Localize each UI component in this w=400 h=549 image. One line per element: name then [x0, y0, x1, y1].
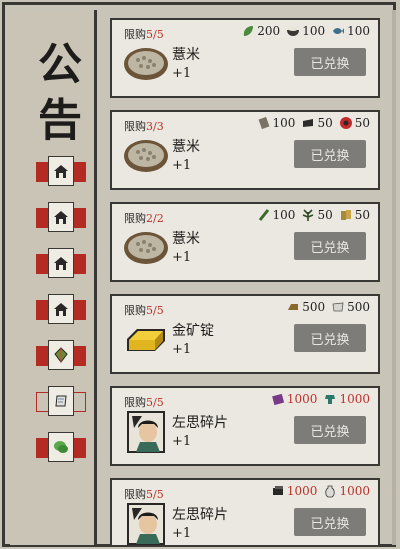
sidebar-tab-scroll-selected[interactable] — [36, 386, 86, 416]
redeemed-button[interactable]: 已兑换 — [294, 508, 366, 536]
wood-icon — [340, 210, 351, 220]
bowl-icon — [287, 27, 300, 36]
item-quantity: +1 — [172, 66, 192, 81]
item-name: 左思碎片 — [172, 415, 228, 431]
cost-item: 500 — [286, 300, 325, 314]
cost-item: 1000 — [323, 484, 370, 498]
offer-card: 限购5/5 1000 1000 左思碎片 +1 已兑换 — [110, 478, 380, 545]
title-char-2: 告 — [38, 95, 82, 146]
scroll-icon — [48, 386, 74, 416]
vase-icon — [325, 485, 336, 498]
offer-card: 限购5/5 1000 1000 左思碎片 +1 已兑换 — [110, 386, 380, 466]
offer-card: 限购5/5 200 100 100 薏米 +1 已兑换 — [110, 18, 380, 98]
grain-basket-icon — [122, 224, 170, 272]
redeemed-button[interactable]: 已兑换 — [294, 324, 366, 352]
cost-item: 100 — [286, 24, 325, 38]
cost-item: 100 — [257, 208, 295, 222]
cost-item: 50 — [301, 208, 333, 222]
bamboo-icon — [258, 209, 269, 221]
scrollbar[interactable] — [392, 10, 396, 545]
offer-card: 限购5/5 500 500 金矿锭 +1 已兑换 — [110, 294, 380, 374]
gem-icon — [48, 340, 74, 370]
item-name: 薏米 — [172, 47, 200, 63]
item-name: 金矿锭 — [172, 323, 214, 339]
sidebar-tab-house-1[interactable] — [36, 156, 86, 186]
cloth-icon — [303, 119, 314, 127]
purple-book-icon — [272, 393, 285, 406]
offer-card: 限购2/2 100 50 50 薏米 +1 已兑换 — [110, 202, 380, 282]
item-quantity: +1 — [172, 342, 192, 357]
cost-list: 100 50 50 — [257, 116, 370, 130]
cost-list: 1000 1000 — [271, 484, 370, 498]
item-name: 薏米 — [172, 231, 200, 247]
portrait-icon — [122, 408, 170, 456]
cost-list: 100 50 50 — [257, 208, 370, 222]
redeemed-button[interactable]: 已兑换 — [294, 48, 366, 76]
item-name: 薏米 — [172, 139, 200, 155]
redeemed-button[interactable]: 已兑换 — [294, 416, 366, 444]
offer-list: 限购5/5 200 100 100 薏米 +1 已兑换 限购3/3 100 50… — [98, 10, 390, 545]
sidebar-tab-house-3[interactable] — [36, 248, 86, 278]
cost-list: 1000 1000 — [271, 392, 370, 406]
cost-item: 1000 — [271, 392, 317, 406]
ink-block-icon — [272, 486, 283, 495]
cost-item: 200 — [241, 24, 280, 38]
cost-item: 100 — [331, 24, 370, 38]
house-icon — [48, 202, 74, 232]
cost-list: 500 500 — [286, 300, 370, 314]
redeemed-button[interactable]: 已兑换 — [294, 140, 366, 168]
ingot-small-icon — [288, 304, 299, 310]
cost-item: 500 — [331, 300, 370, 314]
grain-basket-icon — [122, 40, 170, 88]
house-icon — [48, 248, 74, 278]
item-quantity: +1 — [172, 250, 192, 265]
cost-item: 100 — [257, 116, 295, 130]
title-char-1: 公 — [38, 39, 82, 90]
house-icon — [48, 294, 74, 324]
cost-item: 50 — [301, 116, 333, 130]
house-icon — [48, 156, 74, 186]
item-name: 左思碎片 — [172, 507, 228, 523]
bundle-icon — [258, 116, 270, 130]
item-quantity: +1 — [172, 434, 192, 449]
sidebar-tab-gem[interactable] — [36, 340, 86, 370]
leaf-icon — [244, 26, 254, 36]
herb-icon — [303, 209, 314, 221]
item-quantity: +1 — [172, 158, 192, 173]
chat-icon — [48, 432, 74, 462]
cost-item: 50 — [339, 208, 370, 222]
sidebar-tab-house-2[interactable] — [36, 202, 86, 232]
teal-robe-icon — [325, 395, 336, 404]
cost-item: 1000 — [271, 484, 317, 498]
cost-item: 50 — [339, 116, 370, 130]
sidebar: 公 告 — [10, 10, 97, 545]
silk-icon — [332, 302, 344, 312]
sidebar-tab-house-4[interactable] — [36, 294, 86, 324]
sidebar-tab-chat[interactable] — [36, 432, 86, 462]
grain-basket-icon — [122, 132, 170, 180]
item-quantity: +1 — [172, 526, 192, 541]
offer-card: 限购3/3 100 50 50 薏米 +1 已兑换 — [110, 110, 380, 190]
cost-item: 1000 — [323, 392, 370, 406]
portrait-icon — [122, 500, 170, 545]
cost-list: 200 100 100 — [241, 24, 370, 38]
fish-icon — [333, 28, 345, 34]
redeemed-button[interactable]: 已兑换 — [294, 232, 366, 260]
gold-ingot-icon — [122, 316, 170, 364]
red-gem-icon — [339, 117, 352, 129]
